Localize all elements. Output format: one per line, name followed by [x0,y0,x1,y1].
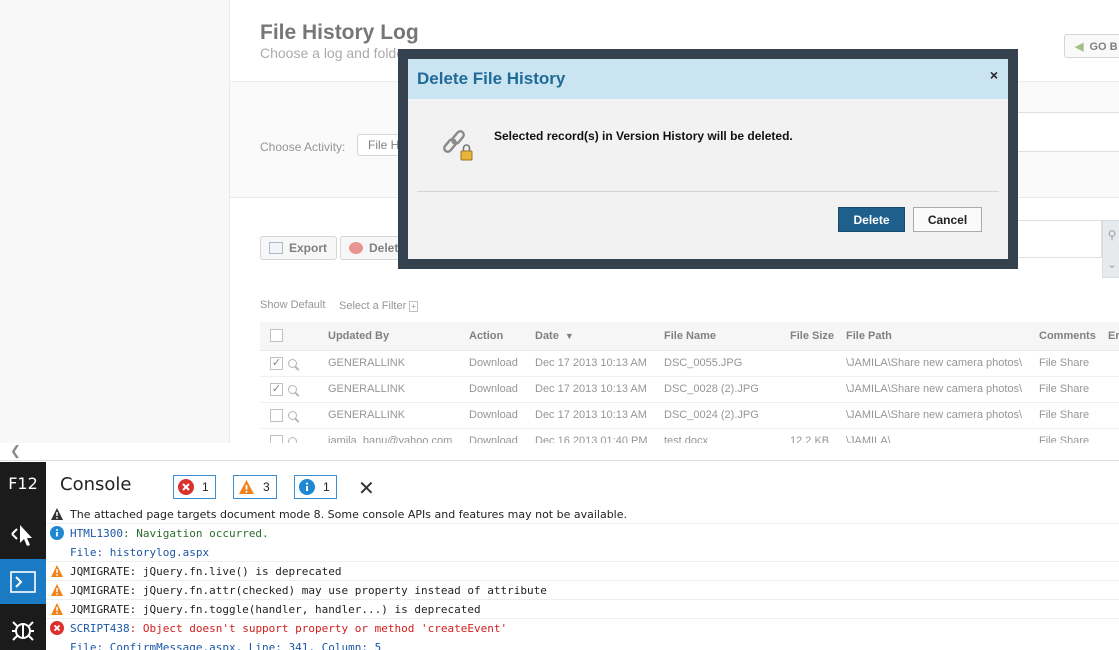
console-log: The attached page targets document mode … [46,505,1119,650]
error-filter-button[interactable]: 1 [173,475,216,499]
log-text: JQMIGRATE: jQuery.fn.toggle(handler, han… [70,603,481,616]
f12-label: F12 [8,474,38,493]
log-text: : Object doesn't support property or met… [129,622,508,635]
log-entry: File: historylog.aspx [46,543,1119,562]
horizontal-scroll-strip[interactable]: ❮ [0,443,1119,461]
f12-sidebar: F12 [0,462,46,650]
delete-dialog-frame: Delete File History × Selected record(s)… [398,49,1018,269]
console-icon [10,570,36,593]
dom-explorer-icon [11,524,32,546]
warning-icon [239,480,254,494]
dialog-title: Delete File History [417,69,566,88]
log-text: : Navigation occurred. [122,527,269,540]
info-icon [299,479,315,495]
log-file-link[interactable]: File: ConfirmMessage.aspx, Line: 341, Co… [70,641,381,650]
f12-devtools: F12 Console 1 3 1 ✕ The attached page ta… [0,462,1119,650]
log-text: JQMIGRATE: jQuery.fn.live() is deprecate… [70,565,342,578]
log-text: The attached page targets document mode … [70,508,628,521]
error-count: 1 [202,480,209,494]
clear-console-button[interactable]: ✕ [358,476,375,500]
console-title: Console [60,474,132,495]
log-entry: HTML1300: Navigation occurred. [46,524,1119,543]
log-entry: JQMIGRATE: jQuery.fn.attr(checked) may u… [46,581,1119,600]
info-filter-button[interactable]: 1 [294,475,337,499]
log-text: JQMIGRATE: jQuery.fn.attr(checked) may u… [70,584,547,597]
warning-icon [51,565,63,577]
info-icon [50,526,64,540]
info-count: 1 [323,480,330,494]
bug-icon [12,620,34,641]
delete-dialog: Delete File History × Selected record(s)… [408,59,1008,259]
log-entry: JQMIGRATE: jQuery.fn.toggle(handler, han… [46,600,1119,619]
log-entry: JQMIGRATE: jQuery.fn.live() is deprecate… [46,562,1119,581]
cancel-button[interactable]: Cancel [913,207,982,232]
confirm-delete-button[interactable]: Delete [838,207,905,232]
log-code[interactable]: HTML1300 [70,527,123,540]
dom-explorer-tab[interactable] [0,511,46,556]
warning-filter-button[interactable]: 3 [233,475,277,499]
error-icon [50,621,64,635]
log-entry: SCRIPT438: Object doesn't support proper… [46,619,1119,638]
warning-dark-icon [51,508,63,520]
dialog-separator [417,191,999,192]
log-entry: The attached page targets document mode … [46,505,1119,524]
debugger-tab[interactable] [0,607,46,650]
scroll-left-icon[interactable]: ❮ [10,443,21,459]
dialog-header: Delete File History × [408,59,1008,99]
console-tab[interactable] [0,559,46,604]
log-entry: File: ConfirmMessage.aspx, Line: 341, Co… [46,638,1119,650]
warning-icon [51,584,63,596]
warning-icon [51,603,63,615]
dialog-message: Selected record(s) in Version History wi… [494,129,793,143]
dialog-close-button[interactable]: × [990,67,998,83]
error-icon [178,479,194,495]
locked-link-icon [443,130,473,161]
log-file-link[interactable]: File: historylog.aspx [70,546,209,559]
app-page: File History Log Choose a log and folde … [0,0,1119,443]
log-code[interactable]: SCRIPT438 [70,622,130,635]
warning-count: 3 [263,480,270,494]
